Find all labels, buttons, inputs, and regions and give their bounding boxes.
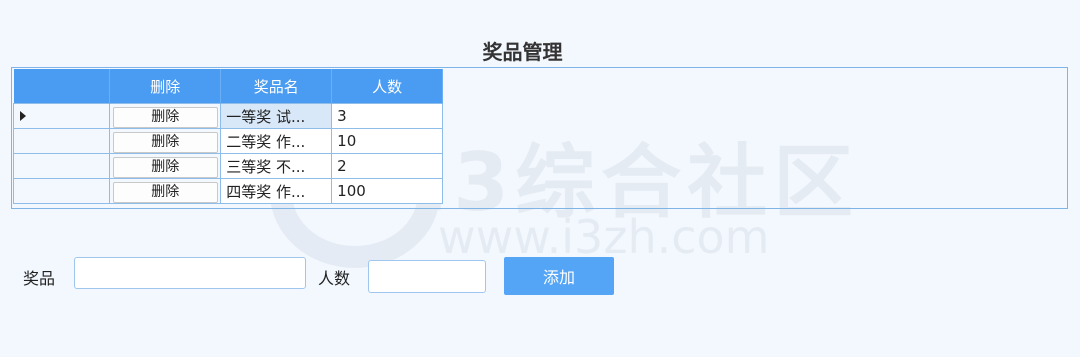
current-row-arrow-icon — [20, 111, 26, 121]
table-row[interactable]: 删除 一等奖 试... 3 — [12, 103, 443, 129]
count-input[interactable] — [368, 260, 486, 293]
count-label: 人数 — [318, 269, 351, 288]
count-cell[interactable]: 3 — [331, 103, 443, 129]
watermark-url: www.i3zh.com — [438, 210, 770, 264]
column-header-prize-name[interactable]: 奖品名 — [220, 69, 333, 104]
count-cell[interactable]: 10 — [331, 128, 443, 154]
prize-name-cell[interactable]: 二等奖 作... — [220, 128, 333, 154]
prize-label: 奖品 — [23, 269, 56, 288]
row-header[interactable] — [12, 128, 111, 154]
delete-row-button[interactable]: 删除 — [112, 156, 218, 178]
prize-name-cell[interactable]: 一等奖 试... — [220, 103, 333, 129]
prize-grid: 删除 奖品名 人数 删除 一等奖 试... 3 删除 二等奖 作... 10 删… — [12, 69, 443, 204]
row-header-corner — [13, 69, 111, 104]
column-header-count[interactable]: 人数 — [331, 69, 443, 104]
table-row[interactable]: 删除 三等奖 不... 2 — [12, 153, 443, 179]
prize-name-cell[interactable]: 四等奖 作... — [220, 178, 333, 204]
page-title: 奖品管理 — [482, 40, 563, 64]
add-button[interactable]: 添加 — [504, 257, 614, 295]
table-row[interactable]: 删除 二等奖 作... 10 — [12, 128, 443, 154]
delete-row-button[interactable]: 删除 — [112, 181, 218, 203]
prize-name-cell[interactable]: 三等奖 不... — [220, 153, 333, 179]
count-cell[interactable]: 100 — [331, 178, 443, 204]
row-header[interactable] — [12, 103, 111, 129]
prize-input[interactable] — [74, 257, 306, 289]
table-row[interactable]: 删除 四等奖 作... 100 — [12, 178, 443, 204]
row-header[interactable] — [12, 178, 111, 204]
grid-header-row: 删除 奖品名 人数 — [13, 69, 443, 104]
delete-row-button[interactable]: 删除 — [112, 131, 218, 153]
count-cell[interactable]: 2 — [331, 153, 443, 179]
column-header-delete[interactable]: 删除 — [109, 69, 222, 104]
delete-row-button[interactable]: 删除 — [112, 106, 218, 128]
row-header[interactable] — [12, 153, 111, 179]
